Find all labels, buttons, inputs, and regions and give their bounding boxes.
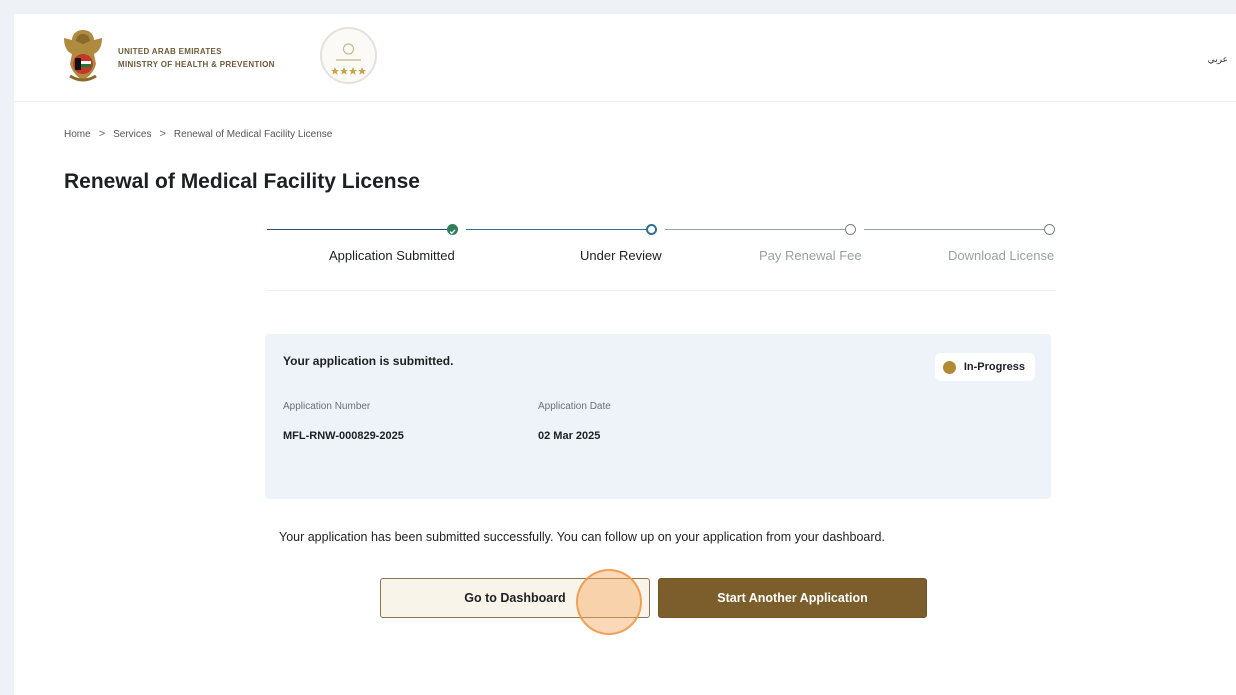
step-connector: [665, 229, 845, 230]
step-current-circle-icon: [646, 224, 657, 235]
breadcrumb-separator: >: [159, 128, 166, 140]
language-toggle[interactable]: عربي: [1208, 54, 1228, 65]
site-header: UNITED ARAB EMIRATES MINISTRY OF HEALTH …: [14, 14, 1236, 102]
ministry-line1: UNITED ARAB EMIRATES: [118, 47, 222, 56]
application-number-value: MFL-RNW-000829-2025: [283, 430, 404, 442]
breadcrumb-services[interactable]: Services: [113, 129, 151, 140]
success-message: Your application has been submitted succ…: [279, 530, 885, 544]
ministry-line2: MINISTRY OF HEALTH & PREVENTION: [118, 60, 275, 69]
go-to-dashboard-button[interactable]: Go to Dashboard: [380, 578, 650, 618]
step-upcoming-circle-icon: [1044, 224, 1055, 235]
breadcrumb-home[interactable]: Home: [64, 129, 91, 140]
status-badge: In-Progress: [934, 353, 1035, 381]
application-date-label: Application Date: [538, 401, 611, 412]
breadcrumb-current: Renewal of Medical Facility License: [173, 128, 333, 140]
rating-badge-logo: [320, 27, 377, 84]
application-date-value: 02 Mar 2025: [538, 430, 601, 442]
start-another-application-button[interactable]: Start Another Application: [658, 578, 927, 618]
uae-emblem-logo[interactable]: [58, 24, 108, 86]
status-dot-icon: [942, 360, 956, 374]
card-title: Your application is submitted.: [283, 354, 454, 368]
ministry-name: UNITED ARAB EMIRATES MINISTRY OF HEALTH …: [118, 45, 275, 71]
step-label-under-review: Under Review: [580, 248, 662, 263]
application-summary-card: Your application is submitted. In-Progre…: [265, 334, 1051, 499]
step-completed-check-icon: [447, 224, 458, 235]
step-connector: [267, 229, 447, 230]
step-label-pay-renewal-fee: Pay Renewal Fee: [759, 248, 862, 263]
step-label-application-submitted: Application Submitted: [329, 248, 455, 263]
step-label-download-license: Download License: [948, 248, 1055, 263]
step-upcoming-circle-icon: [845, 224, 856, 235]
breadcrumb-separator: >: [98, 128, 106, 140]
step-connector: [466, 229, 646, 230]
status-text: In-Progress: [963, 361, 1025, 373]
star-icons: [331, 67, 366, 75]
page-title: Renewal of Medical Facility License: [64, 170, 420, 193]
step-connector: [864, 229, 1044, 230]
divider: [267, 290, 1055, 291]
page: UNITED ARAB EMIRATES MINISTRY OF HEALTH …: [14, 14, 1236, 695]
application-number-label: Application Number: [283, 401, 371, 412]
breadcrumb: Home > Services > Renewal of Medical Fac…: [64, 128, 332, 140]
progress-stepper: Application Submitted Under Review Pay R…: [267, 222, 1055, 272]
